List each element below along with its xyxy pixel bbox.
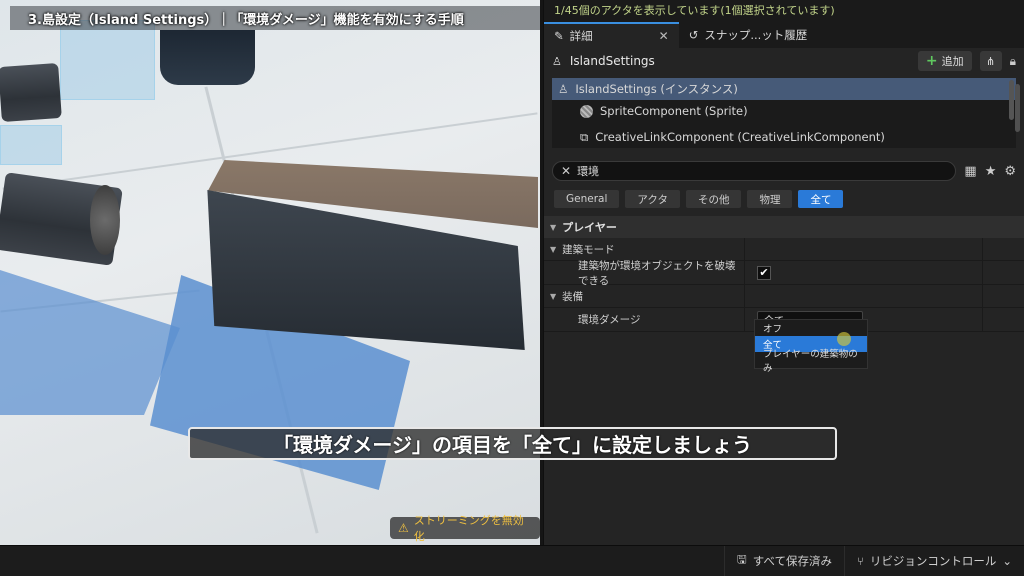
details-panel: 1/45個のアクタを表示しています(1個選択されています) ✎ 詳細 ✕ ↺ ス…: [543, 0, 1024, 545]
column-divider: [982, 261, 983, 284]
column-divider: [982, 308, 983, 331]
mouse-cursor-highlight: [837, 332, 851, 346]
settings-gear-icon[interactable]: ⚙: [1004, 164, 1016, 179]
tab-snapshot-history[interactable]: ↺ スナップ...ット履歴: [679, 22, 818, 48]
level-viewport[interactable]: 3.島設定（Island Settings）｜「環境ダメージ」機能を有効にする手…: [0, 0, 540, 545]
actor-name: IslandSettings: [569, 54, 655, 68]
clear-search-icon[interactable]: ✕: [561, 164, 571, 178]
add-component-button[interactable]: + 追加: [917, 51, 972, 71]
dropdown-option-player-builds[interactable]: プレイヤーの建築物のみ: [755, 349, 867, 374]
component-tree: ♙ IslandSettings (インスタンス) SpriteComponen…: [552, 78, 1016, 148]
component-item-creative-link[interactable]: ⧉ CreativeLinkComponent (CreativeLinkCom…: [552, 126, 1016, 148]
history-icon: ↺: [688, 28, 699, 42]
component-item-island-settings[interactable]: ♙ IslandSettings (インスタンス): [552, 78, 1016, 100]
dropdown-option-off[interactable]: オフ: [755, 320, 867, 336]
filter-other[interactable]: その他: [685, 190, 742, 208]
collapse-triangle-icon: ▼: [550, 291, 557, 301]
actor-icon: ♙: [552, 54, 562, 68]
wooden-log: [0, 62, 62, 123]
save-all-label: すべて保存済み: [752, 554, 832, 568]
actor-header: ♙ IslandSettings + 追加 ⋔ 🔒︎: [544, 48, 1024, 74]
property-label: 建築物が環境オブジェクトを破壊できる: [578, 259, 736, 287]
warning-icon: ⚠: [398, 521, 409, 535]
save-icon: 🖫︎: [736, 551, 747, 566]
glass-block: [0, 125, 62, 165]
category-label: プレイヤー: [562, 221, 617, 234]
property-search-input[interactable]: [577, 164, 908, 178]
component-label: SpriteComponent (Sprite): [600, 104, 748, 118]
component-item-sprite[interactable]: SpriteComponent (Sprite): [552, 100, 1016, 122]
sprite-icon: [580, 104, 593, 118]
disable-streaming-label: ストリーミングを無効化: [413, 514, 524, 543]
title-text: 3.島設定（Island Settings）｜「環境ダメージ」機能を有効にする手…: [28, 12, 464, 28]
component-label: IslandSettings (インスタンス): [575, 82, 738, 96]
collapse-triangle-icon: ▼: [550, 222, 557, 232]
close-icon[interactable]: ✕: [659, 29, 669, 43]
filter-physics[interactable]: 物理: [747, 190, 793, 208]
log-end: [90, 185, 120, 255]
component-label: CreativeLinkComponent (CreativeLinkCompo…: [595, 130, 885, 144]
link-component-icon: ⧉: [580, 129, 589, 144]
log-shadow: [0, 270, 180, 415]
subtitle-text: 「環境ダメージ」の項目を「全て」に設定しましょう: [273, 433, 752, 457]
chevron-down-icon: ⌄: [1002, 554, 1012, 568]
tab-details[interactable]: ✎ 詳細 ✕: [544, 22, 679, 48]
actor-icon: ♙: [558, 82, 569, 96]
property-search-box: ✕: [552, 161, 957, 181]
tab-snapshot-label: スナップ...ット履歴: [704, 28, 808, 42]
branch-icon: ⑂: [856, 554, 864, 568]
favorite-star-icon[interactable]: ★: [985, 164, 997, 179]
pencil-icon: ✎: [554, 29, 564, 43]
editor-status-bar: 🖫︎ すべて保存済み ⑂ リビジョンコントロール ⌄: [0, 545, 1024, 576]
filter-all[interactable]: 全て: [798, 190, 844, 208]
dark-pillar: [160, 30, 255, 85]
category-player[interactable]: ▼ プレイヤー: [544, 216, 1024, 238]
column-divider: [744, 238, 745, 260]
subcategory-label: 建築モード: [562, 243, 615, 256]
lock-icon[interactable]: 🔒︎: [1010, 54, 1016, 69]
column-divider: [982, 238, 983, 260]
collapse-triangle-icon: ▼: [550, 244, 557, 254]
subcategory-label: 装備: [562, 290, 584, 303]
disable-streaming-button[interactable]: ⚠ ストリーミングを無効化: [390, 514, 540, 543]
actor-count-status: 1/45個のアクタを表示しています(1個選択されています): [544, 0, 1024, 20]
category-filter-row: General アクタ その他 物理 全て: [544, 186, 1024, 212]
property-search-row: ✕ ▦ ★ ⚙: [544, 156, 1024, 186]
property-list: ▼ プレイヤー ▼ 建築モード 建築物が環境オブジェクトを破壊できる ✔ ▼ 装…: [544, 216, 1024, 332]
panel-scrollbar[interactable]: [1015, 84, 1020, 132]
component-tree-scrollbar[interactable]: [1009, 80, 1014, 120]
column-divider: [744, 285, 745, 307]
env-damage-dropdown: オフ 全て プレイヤーの建築物のみ: [754, 319, 868, 374]
tab-details-label: 詳細: [569, 29, 593, 43]
property-row-destroy-env: 建築物が環境オブジェクトを破壊できる ✔: [544, 259, 1024, 287]
revision-control-label: リビジョンコントロール: [869, 554, 997, 568]
column-divider: [982, 285, 983, 307]
title-banner: 3.島設定（Island Settings）｜「環境ダメージ」機能を有効にする手…: [10, 6, 540, 30]
table-view-icon[interactable]: ▦: [964, 164, 976, 179]
destroy-env-checkbox[interactable]: ✔: [757, 265, 771, 280]
save-all-button[interactable]: 🖫︎ すべて保存済み: [723, 546, 844, 576]
subcategory-equipment[interactable]: ▼ 装備: [544, 285, 1024, 308]
subtitle-caption: 「環境ダメージ」の項目を「全て」に設定しましょう: [188, 427, 837, 460]
node-graph-icon: ⋔: [986, 54, 996, 68]
filter-actor[interactable]: アクタ: [625, 190, 680, 208]
filter-general[interactable]: General: [554, 190, 620, 208]
actor-count-text: 1/45個のアクタを表示しています(1個選択されています): [554, 4, 835, 17]
plus-icon: +: [925, 53, 938, 69]
glass-block: [60, 20, 155, 100]
revision-control-button[interactable]: ⑂ リビジョンコントロール ⌄: [843, 546, 1024, 576]
add-label: 追加: [941, 55, 964, 68]
panel-tabs: ✎ 詳細 ✕ ↺ スナップ...ット履歴: [544, 20, 1024, 48]
property-label: 環境ダメージ: [578, 314, 641, 326]
blueprint-button[interactable]: ⋔: [979, 51, 1002, 71]
